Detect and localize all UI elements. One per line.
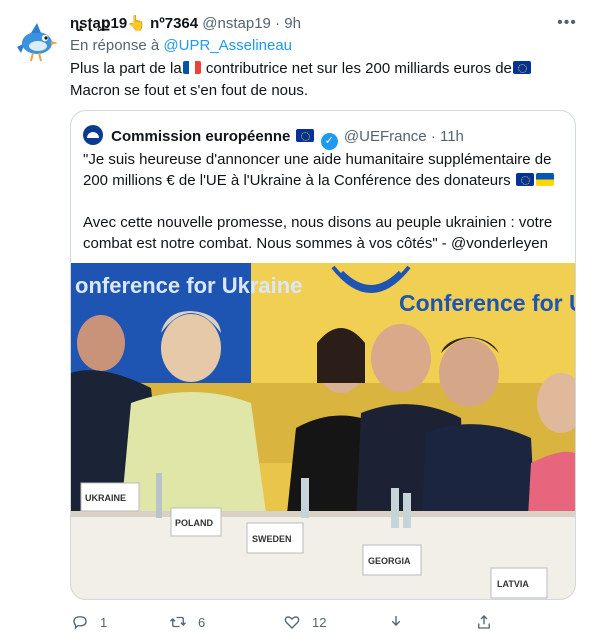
eu-flag-icon [515, 173, 534, 186]
france-flag-icon [182, 61, 201, 74]
place-card-1: UKRAINE [85, 493, 126, 503]
quoted-header: Commission européenne ✓ @UEFrance · 11h [83, 125, 464, 150]
like-button[interactable]: 12 [282, 610, 326, 634]
quoted-text: "Je suis heureuse d'annoncer une aide hu… [83, 149, 569, 254]
ukraine-flag-icon [535, 173, 554, 186]
reply-button[interactable]: 1 [70, 610, 107, 634]
quoted-timestamp[interactable]: 11h [440, 128, 464, 145]
eu-flag-icon [512, 61, 531, 74]
quoted-paragraph-2: Avec cette nouvelle promesse, nous dison… [83, 214, 553, 252]
like-icon [282, 612, 302, 632]
separator: · [275, 15, 281, 32]
share-icon [474, 612, 494, 632]
place-card-2: POLAND [175, 518, 214, 528]
ec-logo-icon[interactable] [83, 125, 103, 145]
tweet-header: ɳʂʈąք19👆 nº7364 @nstap19 · 9h [70, 14, 301, 34]
download-button[interactable] [386, 610, 416, 634]
banner-text-right: Conference for Ukrain [399, 290, 575, 316]
place-card-5: LATVIA [497, 579, 529, 589]
quoted-tweet[interactable]: Commission européenne ✓ @UEFrance · 11h … [70, 110, 576, 600]
retweet-button[interactable]: 6 [168, 610, 205, 634]
retweet-icon [168, 612, 188, 632]
place-card-3: SWEDEN [252, 534, 292, 544]
share-button[interactable] [474, 610, 504, 634]
quoted-author-name[interactable]: Commission européenne [111, 128, 290, 145]
place-card-4: GEORGIA [368, 556, 411, 566]
download-icon [386, 612, 406, 632]
tweet-text: Plus la part de la contributrice net sur… [70, 58, 570, 102]
tweet-text-part1: Plus la part de la [70, 60, 182, 77]
timestamp[interactable]: 9h [284, 15, 301, 32]
separator: · [430, 128, 436, 145]
author-handle[interactable]: @nstap19 [202, 15, 271, 32]
eu-flag-icon [295, 129, 314, 142]
retweet-count: 6 [198, 614, 206, 630]
banner-text-left: onference for Ukraine [75, 273, 302, 298]
bird-avatar-icon[interactable] [11, 17, 59, 65]
tweet-card[interactable]: ɳʂʈąք19👆 nº7364 @nstap19 · 9h ••• En rép… [0, 0, 597, 643]
verified-icon: ✓ [320, 133, 338, 150]
quoted-author-handle[interactable]: @UEFrance [344, 128, 427, 145]
tweet-text-part2: contributrice net sur les 200 milliards … [201, 60, 512, 77]
quoted-photo[interactable]: onference for Ukraine Conference for Ukr… [71, 263, 575, 599]
like-count: 12 [312, 614, 327, 630]
reply-handle-link[interactable]: @UPR_Asselineau [163, 37, 292, 54]
author-name[interactable]: ɳʂʈąք19👆 nº7364 [70, 15, 198, 32]
reply-icon [70, 612, 90, 632]
reply-context: En réponse à @UPR_Asselineau [70, 36, 292, 56]
action-bar: 1 6 12 [70, 610, 510, 634]
reply-count: 1 [100, 614, 108, 630]
reply-prefix: En réponse à [70, 37, 160, 54]
tweet-text-part3: Macron se fout et s'en fout de nous. [70, 82, 309, 99]
quoted-paragraph-1: "Je suis heureuse d'annoncer une aide hu… [83, 151, 552, 189]
more-icon[interactable]: ••• [556, 14, 578, 34]
